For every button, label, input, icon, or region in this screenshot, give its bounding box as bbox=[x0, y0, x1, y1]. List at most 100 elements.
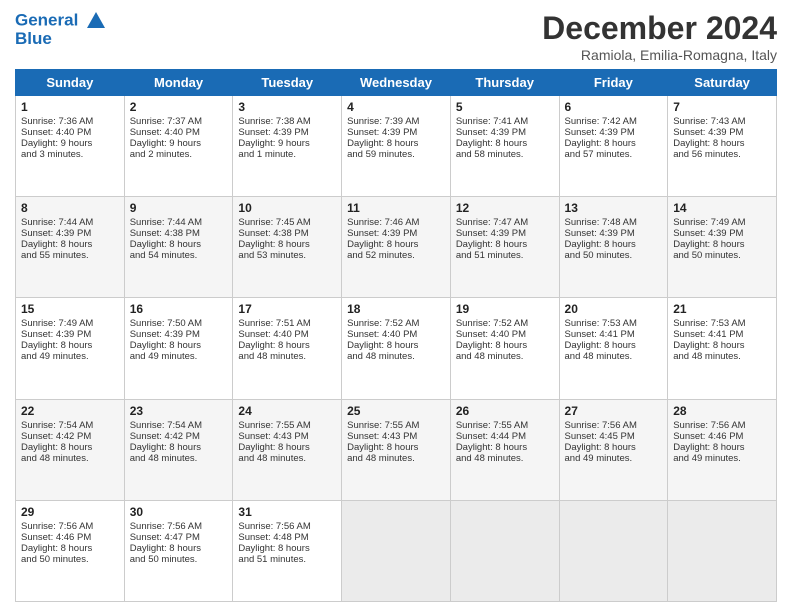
sunset-text: Sunset: 4:39 PM bbox=[347, 127, 445, 138]
daylight-text: Daylight: 8 hours and 48 minutes. bbox=[347, 442, 445, 464]
table-row: 24Sunrise: 7:55 AMSunset: 4:43 PMDayligh… bbox=[233, 399, 342, 500]
sunrise-text: Sunrise: 7:44 AM bbox=[21, 217, 119, 228]
month-title: December 2024 bbox=[542, 10, 777, 47]
table-row: 5Sunrise: 7:41 AMSunset: 4:39 PMDaylight… bbox=[450, 96, 559, 197]
sunrise-text: Sunrise: 7:56 AM bbox=[21, 521, 119, 532]
day-number: 7 bbox=[673, 100, 771, 114]
daylight-text: Daylight: 8 hours and 48 minutes. bbox=[21, 442, 119, 464]
sunrise-text: Sunrise: 7:53 AM bbox=[673, 318, 771, 329]
sunrise-text: Sunrise: 7:56 AM bbox=[673, 420, 771, 431]
calendar-page: General Blue December 2024 Ramiola, Emil… bbox=[0, 0, 792, 612]
daylight-text: Daylight: 8 hours and 48 minutes. bbox=[347, 340, 445, 362]
sunset-text: Sunset: 4:42 PM bbox=[21, 431, 119, 442]
sunset-text: Sunset: 4:40 PM bbox=[347, 329, 445, 340]
day-number: 2 bbox=[130, 100, 228, 114]
daylight-text: Daylight: 8 hours and 51 minutes. bbox=[238, 543, 336, 565]
sunset-text: Sunset: 4:39 PM bbox=[673, 127, 771, 138]
day-number: 31 bbox=[238, 505, 336, 519]
daylight-text: Daylight: 8 hours and 50 minutes. bbox=[21, 543, 119, 565]
sunset-text: Sunset: 4:42 PM bbox=[130, 431, 228, 442]
day-number: 14 bbox=[673, 201, 771, 215]
day-number: 9 bbox=[130, 201, 228, 215]
sunset-text: Sunset: 4:47 PM bbox=[130, 532, 228, 543]
sunset-text: Sunset: 4:44 PM bbox=[456, 431, 554, 442]
sunset-text: Sunset: 4:39 PM bbox=[456, 228, 554, 239]
table-row: 22 Sunrise: 7:54 AMSunset: 4:42 PMDayligh… bbox=[16, 399, 125, 500]
sunrise-text: Sunrise: 7:51 AM bbox=[238, 318, 336, 329]
daylight-text: Daylight: 9 hours and 3 minutes. bbox=[21, 138, 119, 160]
daylight-text: Daylight: 8 hours and 50 minutes. bbox=[565, 239, 663, 261]
sunrise-text: Sunrise: 7:39 AM bbox=[347, 116, 445, 127]
day-number: 8 bbox=[21, 201, 119, 215]
table-row: 8Sunrise: 7:44 AMSunset: 4:39 PMDaylight… bbox=[16, 197, 125, 298]
header: General Blue December 2024 Ramiola, Emil… bbox=[15, 10, 777, 63]
daylight-text: Daylight: 8 hours and 51 minutes. bbox=[456, 239, 554, 261]
sunrise-text: Sunrise: 7:54 AM bbox=[21, 420, 119, 431]
sunset-text: Sunset: 4:39 PM bbox=[565, 228, 663, 239]
table-row: 3Sunrise: 7:38 AMSunset: 4:39 PMDaylight… bbox=[233, 96, 342, 197]
sunrise-text: Sunrise: 7:37 AM bbox=[130, 116, 228, 127]
day-number: 15 bbox=[21, 302, 119, 316]
sunrise-text: Sunrise: 7:44 AM bbox=[130, 217, 228, 228]
daylight-text: Daylight: 8 hours and 49 minutes. bbox=[673, 442, 771, 464]
day-number: 13 bbox=[565, 201, 663, 215]
sunset-text: Sunset: 4:40 PM bbox=[130, 127, 228, 138]
table-row: 6Sunrise: 7:42 AMSunset: 4:39 PMDaylight… bbox=[559, 96, 668, 197]
sunset-text: Sunset: 4:39 PM bbox=[21, 329, 119, 340]
sunset-text: Sunset: 4:39 PM bbox=[456, 127, 554, 138]
col-tuesday: Tuesday bbox=[233, 70, 342, 96]
sunset-text: Sunset: 4:38 PM bbox=[130, 228, 228, 239]
day-number: 29 bbox=[21, 505, 119, 519]
col-sunday: Sunday bbox=[16, 70, 125, 96]
day-number: 20 bbox=[565, 302, 663, 316]
daylight-text: Daylight: 8 hours and 55 minutes. bbox=[21, 239, 119, 261]
col-monday: Monday bbox=[124, 70, 233, 96]
sunrise-text: Sunrise: 7:36 AM bbox=[21, 116, 119, 127]
sunset-text: Sunset: 4:43 PM bbox=[347, 431, 445, 442]
col-friday: Friday bbox=[559, 70, 668, 96]
table-row: 17Sunrise: 7:51 AMSunset: 4:40 PMDayligh… bbox=[233, 298, 342, 399]
daylight-text: Daylight: 8 hours and 50 minutes. bbox=[130, 543, 228, 565]
sunrise-text: Sunrise: 7:48 AM bbox=[565, 217, 663, 228]
sunset-text: Sunset: 4:46 PM bbox=[21, 532, 119, 543]
day-number: 22 bbox=[21, 404, 119, 418]
daylight-text: Daylight: 8 hours and 56 minutes. bbox=[673, 138, 771, 160]
logo-icon bbox=[85, 10, 107, 32]
location-subtitle: Ramiola, Emilia-Romagna, Italy bbox=[542, 47, 777, 63]
day-number: 17 bbox=[238, 302, 336, 316]
sunset-text: Sunset: 4:48 PM bbox=[238, 532, 336, 543]
day-number: 27 bbox=[565, 404, 663, 418]
day-number: 1 bbox=[21, 100, 119, 114]
daylight-text: Daylight: 8 hours and 54 minutes. bbox=[130, 239, 228, 261]
daylight-text: Daylight: 8 hours and 53 minutes. bbox=[238, 239, 336, 261]
table-row: 31Sunrise: 7:56 AMSunset: 4:48 PMDayligh… bbox=[233, 500, 342, 601]
day-number: 11 bbox=[347, 201, 445, 215]
sunset-text: Sunset: 4:43 PM bbox=[238, 431, 336, 442]
table-row bbox=[559, 500, 668, 601]
table-row: 4Sunrise: 7:39 AMSunset: 4:39 PMDaylight… bbox=[342, 96, 451, 197]
sunset-text: Sunset: 4:40 PM bbox=[456, 329, 554, 340]
table-row: 27Sunrise: 7:56 AMSunset: 4:45 PMDayligh… bbox=[559, 399, 668, 500]
sunset-text: Sunset: 4:45 PM bbox=[565, 431, 663, 442]
sunrise-text: Sunrise: 7:55 AM bbox=[238, 420, 336, 431]
daylight-text: Daylight: 8 hours and 49 minutes. bbox=[130, 340, 228, 362]
table-row: 23Sunrise: 7:54 AMSunset: 4:42 PMDayligh… bbox=[124, 399, 233, 500]
table-row bbox=[450, 500, 559, 601]
sunrise-text: Sunrise: 7:50 AM bbox=[130, 318, 228, 329]
table-row: 28Sunrise: 7:56 AMSunset: 4:46 PMDayligh… bbox=[668, 399, 777, 500]
day-number: 18 bbox=[347, 302, 445, 316]
daylight-text: Daylight: 8 hours and 48 minutes. bbox=[565, 340, 663, 362]
table-row: 26Sunrise: 7:55 AMSunset: 4:44 PMDayligh… bbox=[450, 399, 559, 500]
sunrise-text: Sunrise: 7:49 AM bbox=[21, 318, 119, 329]
sunset-text: Sunset: 4:39 PM bbox=[673, 228, 771, 239]
table-row: 2Sunrise: 7:37 AMSunset: 4:40 PMDaylight… bbox=[124, 96, 233, 197]
sunset-text: Sunset: 4:40 PM bbox=[238, 329, 336, 340]
sunrise-text: Sunrise: 7:54 AM bbox=[130, 420, 228, 431]
day-number: 28 bbox=[673, 404, 771, 418]
sunset-text: Sunset: 4:40 PM bbox=[21, 127, 119, 138]
sunset-text: Sunset: 4:39 PM bbox=[130, 329, 228, 340]
daylight-text: Daylight: 8 hours and 49 minutes. bbox=[565, 442, 663, 464]
table-row: 1 Sunrise: 7:36 AMSunset: 4:40 PMDaylight… bbox=[16, 96, 125, 197]
daylight-text: Daylight: 8 hours and 50 minutes. bbox=[673, 239, 771, 261]
table-row: 18Sunrise: 7:52 AMSunset: 4:40 PMDayligh… bbox=[342, 298, 451, 399]
